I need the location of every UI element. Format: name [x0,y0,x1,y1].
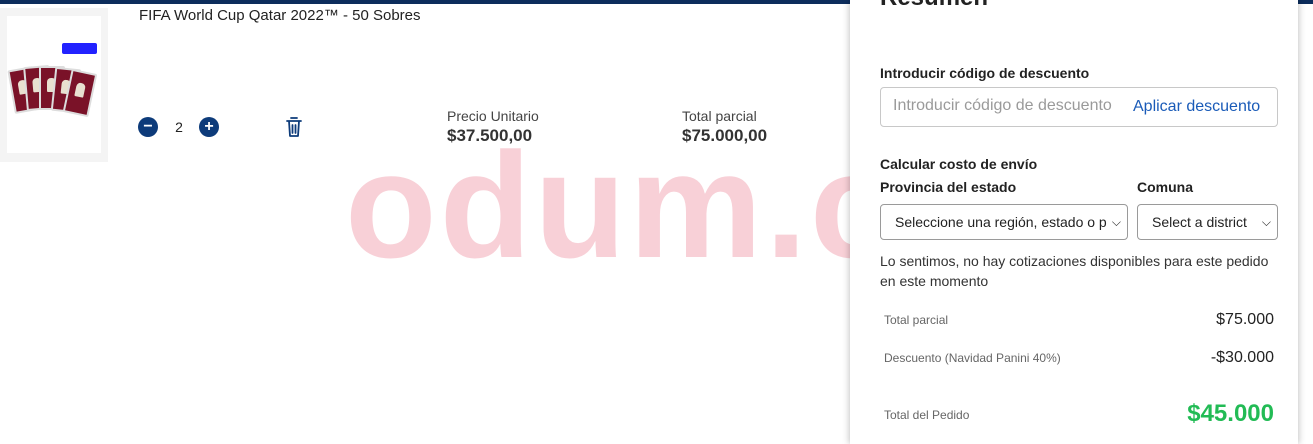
product-title[interactable]: FIFA World Cup Qatar 2022™ - 50 Sobres [139,7,421,24]
quantity-decrement-button[interactable]: − [138,117,158,137]
discount-code-box: Aplicar descuento [880,87,1278,127]
unit-price-label: Precio Unitario [447,108,539,124]
commune-select[interactable]: Select a district ⌵ [1137,204,1278,240]
summary-title: Resumen [880,0,988,12]
province-select-value: Seleccione una región, estado o p [895,214,1107,230]
discount-code-input[interactable] [893,97,1131,115]
quantity-increment-button[interactable]: + [199,117,219,137]
commune-label: Comuna [1137,179,1193,195]
trash-icon[interactable] [285,116,303,138]
line-subtotal-value: $75.000,00 [682,126,768,145]
product-image[interactable] [7,16,101,153]
order-total-label: Total del Pedido [884,408,970,422]
summary-subtotal-label: Total parcial [884,313,949,327]
chevron-down-icon: ⌵ [1261,215,1271,229]
summary-discount-value: -$30.000 [1210,349,1274,366]
shipping-calc-label: Calcular costo de envío [880,156,1038,172]
product-image-badge [62,43,97,54]
apply-discount-button[interactable]: Aplicar descuento [1133,98,1260,116]
line-subtotal-label: Total parcial [682,108,757,124]
quantity-value[interactable]: 2 [160,117,198,137]
province-label: Provincia del estado [880,179,1017,195]
line-subtotal: Total parcial $75.000,00 [682,108,767,146]
unit-price: Precio Unitario $37.500,00 [447,108,539,146]
chevron-down-icon: ⌵ [1111,215,1121,229]
commune-select-value: Select a district [1152,214,1247,230]
province-select[interactable]: Seleccione una región, estado o p ⌵ [880,204,1128,240]
order-summary-panel: Resumen Introducir código de descuento A… [850,0,1298,444]
order-total-value: $45.000 [1187,400,1274,427]
unit-price-value: $37.500,00 [447,126,533,145]
discount-code-label: Introducir código de descuento [880,65,1090,81]
product-image-frame [0,8,108,162]
summary-discount-label: Descuento (Navidad Panini 40%) [884,351,1061,365]
shipping-notice: Lo sentimos, no hay cotizaciones disponi… [880,253,1269,289]
summary-subtotal-value: $75.000 [1216,311,1274,328]
